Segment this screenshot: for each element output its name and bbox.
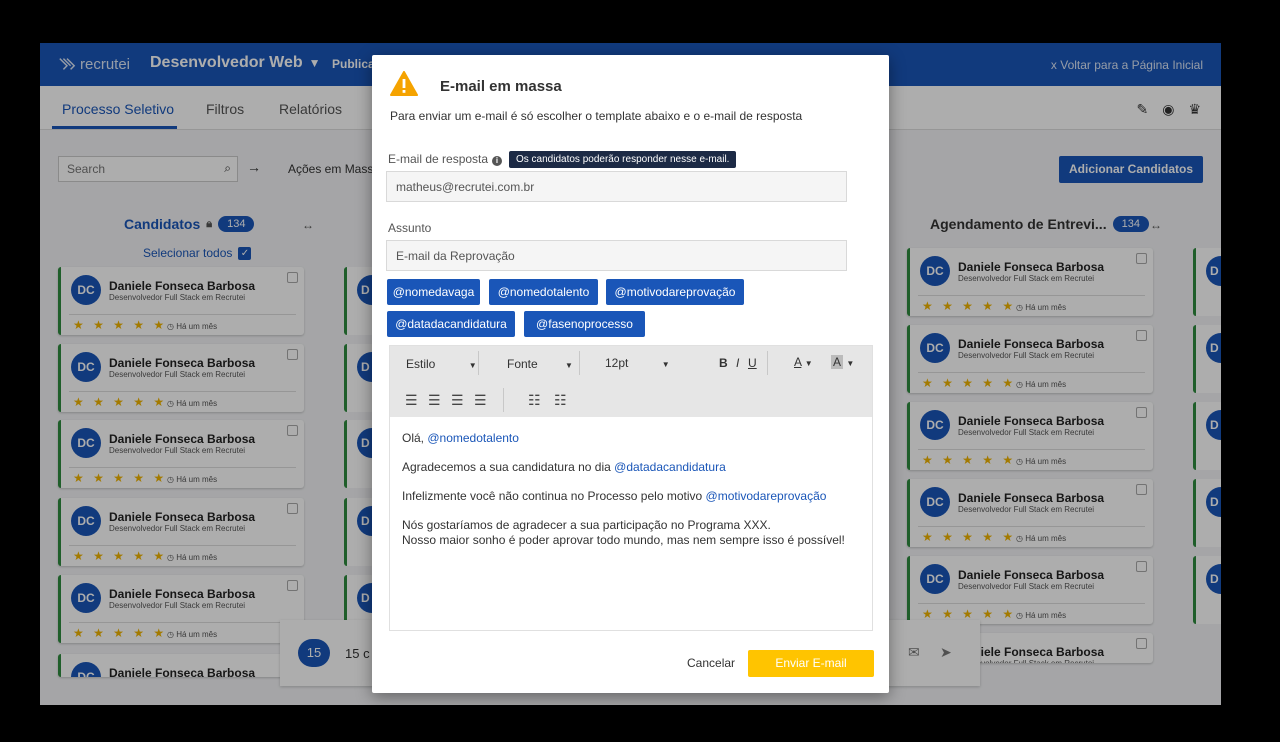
- caret-down-icon: ▼: [661, 360, 670, 369]
- italic-button[interactable]: I: [736, 356, 739, 370]
- email-text: Nós gostaríamos de agradecer a sua parti…: [402, 518, 771, 532]
- style-select-label: Estilo: [406, 357, 436, 371]
- size-select-label: 12pt: [605, 356, 629, 370]
- subject-label: Assunto: [388, 221, 432, 235]
- modal-title: E-mail em massa: [440, 78, 562, 95]
- reply-email-label-text: E-mail de resposta: [388, 152, 489, 166]
- email-text: Infelizmente você não continua no Proces…: [402, 489, 706, 503]
- email-variable: @motivodareprovação: [705, 489, 827, 503]
- modal-subtitle: Para enviar um e-mail é só escolher o te…: [390, 109, 803, 123]
- mass-email-modal: E-mail em massa Para enviar um e-mail é …: [372, 55, 889, 693]
- underline-button[interactable]: U: [748, 356, 757, 370]
- email-line: Nós gostaríamos de agradecer a sua parti…: [402, 518, 862, 548]
- text-color-label: A: [794, 355, 802, 369]
- reply-email-field[interactable]: matheus@recrutei.com.br: [386, 171, 847, 202]
- editor-toolbar: Estilo ▼ Fonte ▼ 12pt ▼ B I U A ▼ A ▼ ☰ …: [390, 346, 872, 417]
- align-right-icon[interactable]: ☰: [451, 392, 465, 409]
- tag-nomedavaga[interactable]: @nomedavaga: [387, 279, 480, 305]
- tag-datadacandidatura[interactable]: @datadacandidatura: [387, 311, 515, 337]
- caret-down-icon: ▼: [565, 361, 573, 370]
- align-center-icon[interactable]: ☰: [428, 392, 442, 409]
- reply-email-label: E-mail de resposta i: [388, 152, 503, 166]
- text-color-button[interactable]: A ▼: [794, 355, 813, 369]
- caret-down-icon: ▼: [468, 361, 477, 370]
- bold-button[interactable]: B: [719, 356, 728, 370]
- align-justify-icon[interactable]: ☰: [474, 392, 488, 409]
- email-text: Olá,: [402, 431, 428, 445]
- caret-down-icon: ▼: [804, 359, 813, 368]
- reply-tooltip: Os candidatos poderão responder nesse e-…: [509, 151, 737, 168]
- toolbar-divider: [503, 388, 504, 412]
- email-text: Nosso maior sonho é poder aprovar todo m…: [402, 533, 845, 547]
- style-select[interactable]: Estilo ▼: [406, 357, 477, 371]
- bg-color-label: A: [831, 355, 844, 369]
- email-text: Agradecemos a sua candidatura no dia: [402, 460, 615, 474]
- email-line: Agradecemos a sua candidatura no dia @da…: [402, 460, 862, 475]
- toolbar-divider: [767, 351, 768, 375]
- size-select[interactable]: 12pt ▼: [605, 356, 670, 370]
- editor-content[interactable]: Olá, @nomedotalento Agradecemos a sua ca…: [402, 431, 862, 562]
- font-select[interactable]: Fonte ▼: [507, 357, 573, 371]
- tag-fasenoprocesso[interactable]: @fasenoprocesso: [524, 311, 645, 337]
- toolbar-divider: [478, 351, 479, 375]
- bullet-list-icon[interactable]: ☷: [528, 392, 542, 409]
- font-select-label: Fonte: [507, 357, 538, 371]
- numbered-list-icon[interactable]: ☷: [554, 392, 568, 409]
- info-icon[interactable]: i: [492, 156, 503, 166]
- email-variable: @nomedotalento: [427, 431, 519, 445]
- tag-motivodareprovacao[interactable]: @motivodareprovação: [606, 279, 744, 305]
- send-email-button[interactable]: Enviar E-mail: [748, 650, 874, 677]
- toolbar-divider: [579, 351, 580, 375]
- email-line: Infelizmente você não continua no Proces…: [402, 489, 862, 504]
- email-line: Olá, @nomedotalento: [402, 431, 862, 446]
- caret-down-icon: ▼: [846, 359, 855, 368]
- warning-icon: [390, 71, 418, 96]
- tag-nomedotalento[interactable]: @nomedotalento: [489, 279, 598, 305]
- rich-text-editor[interactable]: Estilo ▼ Fonte ▼ 12pt ▼ B I U A ▼ A ▼ ☰ …: [389, 345, 873, 631]
- cancel-button[interactable]: Cancelar: [687, 656, 735, 670]
- subject-field[interactable]: E-mail da Reprovação: [386, 240, 847, 271]
- bg-color-button[interactable]: A ▼: [831, 355, 854, 369]
- align-left-icon[interactable]: ☰: [405, 392, 419, 409]
- email-variable: @datadacandidatura: [614, 460, 726, 474]
